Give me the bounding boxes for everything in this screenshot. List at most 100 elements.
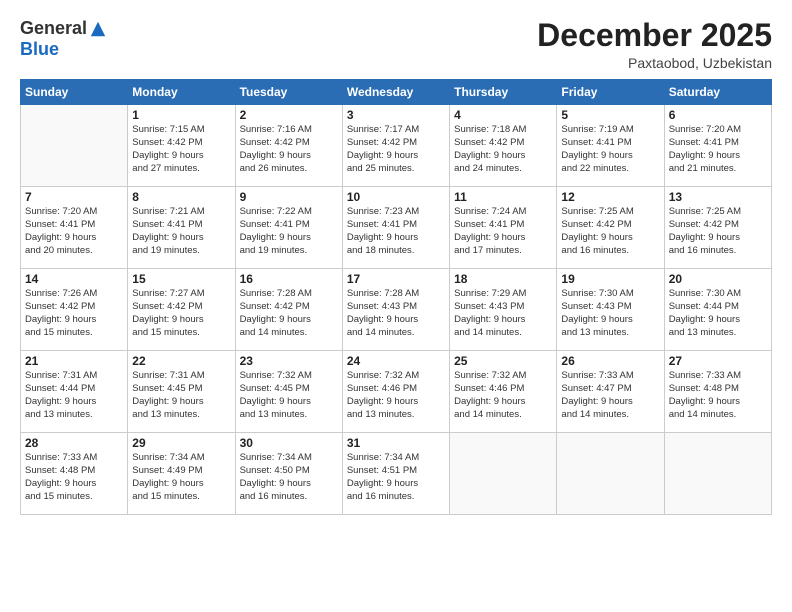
calendar-cell: 11 Sunrise: 7:24 AMSunset: 4:41 PMDayligh… <box>450 187 557 269</box>
day-number: 11 <box>454 190 552 204</box>
calendar-cell: 29 Sunrise: 7:34 AMSunset: 4:49 PMDayligh… <box>128 433 235 515</box>
day-info: Sunrise: 7:24 AMSunset: 4:41 PMDaylight:… <box>454 206 552 257</box>
calendar-page: General Blue December 2025 Paxtaobod, Uz… <box>0 0 792 612</box>
calendar-cell: 18Sunrise: 7:29 AMSunset: 4:43 PMDayligh… <box>450 269 557 351</box>
calendar-cell: 27 Sunrise: 7:33 AMSunset: 4:48 PMDayligh… <box>664 351 771 433</box>
calendar-cell: 1 Sunrise: 7:15 AMSunset: 4:42 PMDaylight… <box>128 105 235 187</box>
calendar-cell: 5Sunrise: 7:19 AMSunset: 4:41 PMDaylight… <box>557 105 664 187</box>
calendar-cell: 2Sunrise: 7:16 AMSunset: 4:42 PMDaylight… <box>235 105 342 187</box>
day-number: 17 <box>347 272 445 286</box>
day-info: Sunrise: 7:28 AMSunset: 4:43 PMDaylight:… <box>347 288 445 339</box>
calendar-cell: 23 Sunrise: 7:32 AMSunset: 4:45 PMDayligh… <box>235 351 342 433</box>
calendar-cell: 26 Sunrise: 7:33 AMSunset: 4:47 PMDayligh… <box>557 351 664 433</box>
day-number: 30 <box>240 436 338 450</box>
day-info: Sunrise: 7:21 AMSunset: 4:41 PMDaylight:… <box>132 206 230 257</box>
day-info: Sunrise: 7:34 AMSunset: 4:50 PMDaylight:… <box>240 452 338 503</box>
calendar-cell: 15Sunrise: 7:27 AMSunset: 4:42 PMDayligh… <box>128 269 235 351</box>
day-info: Sunrise: 7:31 AMSunset: 4:45 PMDaylight:… <box>132 370 230 421</box>
day-info: Sunrise: 7:32 AMSunset: 4:46 PMDaylight:… <box>347 370 445 421</box>
calendar-cell: 13Sunrise: 7:25 AMSunset: 4:42 PMDayligh… <box>664 187 771 269</box>
day-info: Sunrise: 7:34 AMSunset: 4:51 PMDaylight:… <box>347 452 445 503</box>
day-info: Sunrise: 7:20 AMSunset: 4:41 PMDaylight:… <box>669 124 767 175</box>
day-number: 29 <box>132 436 230 450</box>
day-info: Sunrise: 7:32 AMSunset: 4:45 PMDaylight:… <box>240 370 338 421</box>
weekday-header-row: SundayMondayTuesdayWednesdayThursdayFrid… <box>21 80 772 105</box>
day-info: Sunrise: 7:22 AMSunset: 4:41 PMDaylight:… <box>240 206 338 257</box>
calendar-cell: 10Sunrise: 7:23 AMSunset: 4:41 PMDayligh… <box>342 187 449 269</box>
day-number: 24 <box>347 354 445 368</box>
calendar-cell: 17 Sunrise: 7:28 AMSunset: 4:43 PMDayligh… <box>342 269 449 351</box>
day-number: 1 <box>132 108 230 122</box>
day-number: 2 <box>240 108 338 122</box>
day-number: 12 <box>561 190 659 204</box>
day-info: Sunrise: 7:28 AMSunset: 4:42 PMDaylight:… <box>240 288 338 339</box>
day-info: Sunrise: 7:17 AMSunset: 4:42 PMDaylight:… <box>347 124 445 175</box>
calendar-cell: 24 Sunrise: 7:32 AMSunset: 4:46 PMDayligh… <box>342 351 449 433</box>
day-number: 10 <box>347 190 445 204</box>
calendar-cell: 4 Sunrise: 7:18 AMSunset: 4:42 PMDaylight… <box>450 105 557 187</box>
logo-area: General Blue <box>20 18 107 60</box>
day-info: Sunrise: 7:26 AMSunset: 4:42 PMDaylight:… <box>25 288 123 339</box>
weekday-header-thursday: Thursday <box>450 80 557 105</box>
day-info: Sunrise: 7:15 AMSunset: 4:42 PMDaylight:… <box>132 124 230 175</box>
calendar-cell: 30 Sunrise: 7:34 AMSunset: 4:50 PMDayligh… <box>235 433 342 515</box>
weekday-header-wednesday: Wednesday <box>342 80 449 105</box>
day-number: 14 <box>25 272 123 286</box>
day-info: Sunrise: 7:34 AMSunset: 4:49 PMDaylight:… <box>132 452 230 503</box>
day-info: Sunrise: 7:19 AMSunset: 4:41 PMDaylight:… <box>561 124 659 175</box>
day-info: Sunrise: 7:32 AMSunset: 4:46 PMDaylight:… <box>454 370 552 421</box>
day-number: 9 <box>240 190 338 204</box>
week-row-3: 14 Sunrise: 7:26 AMSunset: 4:42 PMDayligh… <box>21 269 772 351</box>
weekday-header-monday: Monday <box>128 80 235 105</box>
calendar-cell: 14 Sunrise: 7:26 AMSunset: 4:42 PMDayligh… <box>21 269 128 351</box>
calendar-cell: 7Sunrise: 7:20 AMSunset: 4:41 PMDaylight… <box>21 187 128 269</box>
calendar-table: SundayMondayTuesdayWednesdayThursdayFrid… <box>20 79 772 515</box>
day-number: 13 <box>669 190 767 204</box>
logo-general: General <box>20 18 87 39</box>
day-info: Sunrise: 7:18 AMSunset: 4:42 PMDaylight:… <box>454 124 552 175</box>
calendar-cell: 31 Sunrise: 7:34 AMSunset: 4:51 PMDayligh… <box>342 433 449 515</box>
day-number: 15 <box>132 272 230 286</box>
day-number: 8 <box>132 190 230 204</box>
calendar-cell <box>664 433 771 515</box>
day-number: 25 <box>454 354 552 368</box>
calendar-cell: 16Sunrise: 7:28 AMSunset: 4:42 PMDayligh… <box>235 269 342 351</box>
week-row-4: 21 Sunrise: 7:31 AMSunset: 4:44 PMDayligh… <box>21 351 772 433</box>
day-number: 4 <box>454 108 552 122</box>
calendar-cell <box>450 433 557 515</box>
day-number: 27 <box>669 354 767 368</box>
calendar-cell: 9 Sunrise: 7:22 AMSunset: 4:41 PMDaylight… <box>235 187 342 269</box>
calendar-cell <box>557 433 664 515</box>
calendar-cell: 8 Sunrise: 7:21 AMSunset: 4:41 PMDaylight… <box>128 187 235 269</box>
week-row-5: 28 Sunrise: 7:33 AMSunset: 4:48 PMDayligh… <box>21 433 772 515</box>
day-number: 28 <box>25 436 123 450</box>
logo: General <box>20 18 107 39</box>
calendar-cell: 6Sunrise: 7:20 AMSunset: 4:41 PMDaylight… <box>664 105 771 187</box>
day-number: 23 <box>240 354 338 368</box>
calendar-cell: 3 Sunrise: 7:17 AMSunset: 4:42 PMDaylight… <box>342 105 449 187</box>
day-info: Sunrise: 7:33 AMSunset: 4:48 PMDaylight:… <box>25 452 123 503</box>
day-number: 3 <box>347 108 445 122</box>
day-number: 21 <box>25 354 123 368</box>
weekday-header-saturday: Saturday <box>664 80 771 105</box>
day-info: Sunrise: 7:31 AMSunset: 4:44 PMDaylight:… <box>25 370 123 421</box>
month-title: December 2025 <box>537 18 772 53</box>
calendar-cell: 28 Sunrise: 7:33 AMSunset: 4:48 PMDayligh… <box>21 433 128 515</box>
day-info: Sunrise: 7:33 AMSunset: 4:47 PMDaylight:… <box>561 370 659 421</box>
weekday-header-friday: Friday <box>557 80 664 105</box>
weekday-header-tuesday: Tuesday <box>235 80 342 105</box>
day-info: Sunrise: 7:33 AMSunset: 4:48 PMDaylight:… <box>669 370 767 421</box>
day-info: Sunrise: 7:25 AMSunset: 4:42 PMDaylight:… <box>561 206 659 257</box>
day-number: 31 <box>347 436 445 450</box>
day-number: 7 <box>25 190 123 204</box>
calendar-cell: 25 Sunrise: 7:32 AMSunset: 4:46 PMDayligh… <box>450 351 557 433</box>
calendar-cell <box>21 105 128 187</box>
calendar-cell: 19Sunrise: 7:30 AMSunset: 4:43 PMDayligh… <box>557 269 664 351</box>
logo-icon <box>89 20 107 38</box>
day-info: Sunrise: 7:30 AMSunset: 4:44 PMDaylight:… <box>669 288 767 339</box>
day-number: 26 <box>561 354 659 368</box>
day-number: 22 <box>132 354 230 368</box>
calendar-cell: 12 Sunrise: 7:25 AMSunset: 4:42 PMDayligh… <box>557 187 664 269</box>
day-number: 19 <box>561 272 659 286</box>
day-info: Sunrise: 7:29 AMSunset: 4:43 PMDaylight:… <box>454 288 552 339</box>
